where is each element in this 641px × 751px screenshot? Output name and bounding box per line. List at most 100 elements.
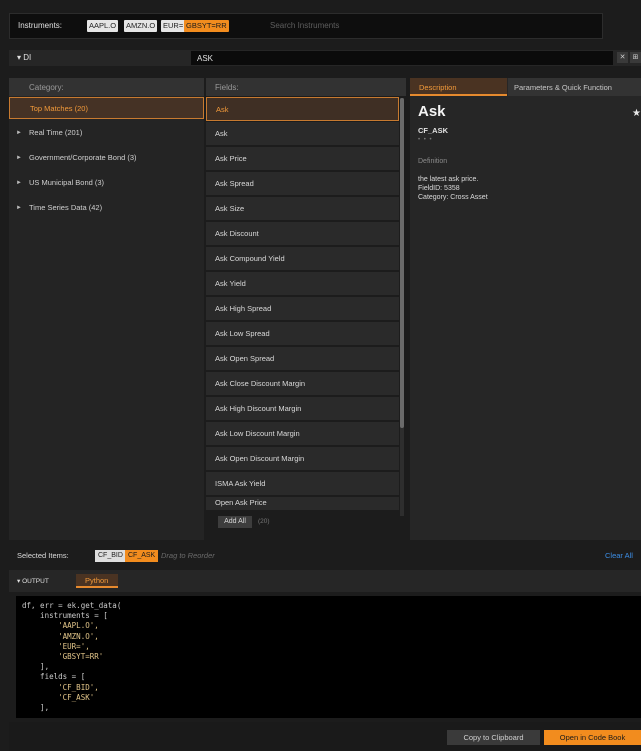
fields-scrollbar-thumb[interactable] xyxy=(400,98,404,428)
code-line: 'AMZN.O', xyxy=(22,631,99,641)
category-item-label: US Municipal Bond (3) xyxy=(29,178,105,187)
open-in-code-book-button[interactable]: Open in Code Book xyxy=(544,730,641,745)
clear-search-icon[interactable]: ✕ xyxy=(617,52,628,63)
field-row[interactable]: Ask High Spread xyxy=(206,297,399,321)
field-label: Ask High Discount Margin xyxy=(215,404,302,413)
tab-python[interactable]: Python xyxy=(76,574,118,588)
code-line: ], xyxy=(22,662,50,672)
field-row-selected[interactable]: Ask xyxy=(206,97,399,121)
code-line: df, err = ek.get_data( xyxy=(22,601,122,610)
field-row[interactable]: Ask High Discount Margin xyxy=(206,397,399,421)
code-line: 'CF_ASK' xyxy=(22,692,95,702)
field-row[interactable]: Ask Open Spread xyxy=(206,347,399,371)
field-row[interactable]: Open Ask Price xyxy=(206,497,399,511)
chevron-right-icon: ► xyxy=(16,205,22,211)
field-label: Ask Open Spread xyxy=(215,354,275,363)
selected-items-bar: Selected Items: CF_BID CF_ASK Drag to Re… xyxy=(9,545,641,565)
field-label: Ask Yield xyxy=(215,279,246,288)
field-row[interactable]: Ask Low Spread xyxy=(206,322,399,346)
category-item-label: Time Series Data (42) xyxy=(29,203,103,212)
field-row[interactable]: Ask Open Discount Margin xyxy=(206,447,399,471)
category-item-real-time[interactable]: ► Real Time (201) xyxy=(9,122,204,144)
field-row[interactable]: Ask Low Discount Margin xyxy=(206,422,399,446)
selected-chip-cf-ask[interactable]: CF_ASK xyxy=(125,550,159,562)
instruments-label: Instruments: xyxy=(18,21,63,30)
code-line: 'EUR=', xyxy=(22,641,90,651)
field-search-input[interactable] xyxy=(191,51,613,65)
code-line: 'CF_BID', xyxy=(22,682,99,692)
instrument-chip-aapl[interactable]: AAPL.O xyxy=(87,20,119,32)
field-row[interactable]: Ask Price xyxy=(206,147,399,171)
code-line: fields = [ xyxy=(22,672,86,682)
copy-to-clipboard-button[interactable]: Copy to Clipboard xyxy=(447,730,540,745)
instrument-chip-gbsyt[interactable]: GBSYT=RR xyxy=(184,20,229,32)
selected-items-label: Selected Items: xyxy=(17,551,69,560)
field-row[interactable]: Ask xyxy=(206,122,399,146)
footer-bar: Copy to Clipboard Open in Code Book xyxy=(9,722,641,751)
code-line: 'AAPL.O', xyxy=(22,621,99,631)
category-panel: Category: Top Matches (20) ► Real Time (… xyxy=(9,78,204,540)
instruments-bar: Instruments: AAPL.O AMZN.O EUR= GBSYT=RR… xyxy=(9,13,603,39)
chevron-right-icon: ► xyxy=(16,155,22,161)
selected-chip-cf-bid[interactable]: CF_BID xyxy=(95,550,126,562)
field-label: Ask Spread xyxy=(215,179,254,188)
instrument-search-input[interactable]: Search Instruments xyxy=(270,21,339,30)
category-header: Category: xyxy=(9,78,204,96)
drag-reorder-hint: Drag to Reorder xyxy=(161,551,215,560)
fields-header-label: Fields: xyxy=(215,83,239,92)
field-code: CF_ASK xyxy=(418,126,449,135)
field-label: Ask Size xyxy=(215,204,245,213)
field-label: Ask High Spread xyxy=(215,304,272,313)
search-collapse-toggle[interactable]: ▾ DI xyxy=(17,53,31,62)
category-item-label: Top Matches (20) xyxy=(30,104,88,113)
category-item-us-municipal-bond[interactable]: ► US Municipal Bond (3) xyxy=(9,172,204,194)
field-title: Ask xyxy=(418,103,446,120)
field-label: Ask Close Discount Margin xyxy=(215,379,306,388)
field-label: Ask Price xyxy=(215,154,247,163)
chevron-right-icon: ► xyxy=(16,180,22,186)
fields-scrollbar[interactable] xyxy=(400,98,404,516)
category-item-gov-corp-bond[interactable]: ► Government/Corporate Bond (3) xyxy=(9,147,204,169)
code-line: instruments = [ xyxy=(22,611,108,621)
field-search-bar: ▾ DI ✕ ⊞ xyxy=(9,50,641,66)
code-line: ], xyxy=(22,703,50,713)
chevron-right-icon: ► xyxy=(16,130,22,136)
category-header-label: Category: xyxy=(29,83,64,92)
category-item-label: Government/Corporate Bond (3) xyxy=(29,153,137,162)
fields-header: Fields: xyxy=(206,78,406,96)
tab-description[interactable]: Description xyxy=(410,78,507,96)
tab-description-label: Description xyxy=(419,83,457,92)
field-label: ISMA Ask Yield xyxy=(215,479,266,488)
tab-parameters[interactable]: Parameters & Quick Function xyxy=(508,78,641,96)
field-label: Ask Compound Yield xyxy=(215,254,285,263)
field-label: Ask Low Discount Margin xyxy=(215,429,300,438)
field-label: Ask Discount xyxy=(215,229,259,238)
field-row[interactable]: Ask Size xyxy=(206,197,399,221)
field-row[interactable]: Ask Compound Yield xyxy=(206,247,399,271)
add-all-button[interactable]: Add All xyxy=(218,516,252,528)
tab-parameters-label: Parameters & Quick Function xyxy=(514,83,612,92)
field-label: Ask xyxy=(216,105,229,114)
code-output[interactable]: df, err = ek.get_data( instruments = [ '… xyxy=(16,596,641,718)
field-category-text: Category: Cross Asset xyxy=(418,194,488,201)
field-row[interactable]: Ask Close Discount Margin xyxy=(206,372,399,396)
field-label: Open Ask Price xyxy=(215,498,267,507)
instrument-chip-amzn[interactable]: AMZN.O xyxy=(124,20,158,32)
field-label: Ask xyxy=(215,129,228,138)
instrument-chip-eur[interactable]: EUR= xyxy=(161,20,186,32)
field-row[interactable]: Ask Discount xyxy=(206,222,399,246)
description-panel: Description Parameters & Quick Function … xyxy=(410,78,641,540)
clear-all-link[interactable]: Clear All xyxy=(605,551,633,560)
category-item-top-matches[interactable]: Top Matches (20) xyxy=(9,97,204,119)
field-rating-dots: • • • xyxy=(418,137,433,143)
field-row[interactable]: Ask Spread xyxy=(206,172,399,196)
field-row[interactable]: ISMA Ask Yield xyxy=(206,472,399,496)
favorite-star-icon[interactable]: ★ xyxy=(632,108,641,119)
category-item-time-series[interactable]: ► Time Series Data (42) xyxy=(9,197,204,219)
grid-view-icon[interactable]: ⊞ xyxy=(630,52,641,63)
output-header: ▾ OUTPUT Python xyxy=(9,570,641,592)
field-label: Ask Low Spread xyxy=(215,329,270,338)
output-collapse-toggle[interactable]: ▾ OUTPUT xyxy=(17,577,49,585)
field-row[interactable]: Ask Yield xyxy=(206,272,399,296)
definition-text: the latest ask price. xyxy=(418,176,479,183)
